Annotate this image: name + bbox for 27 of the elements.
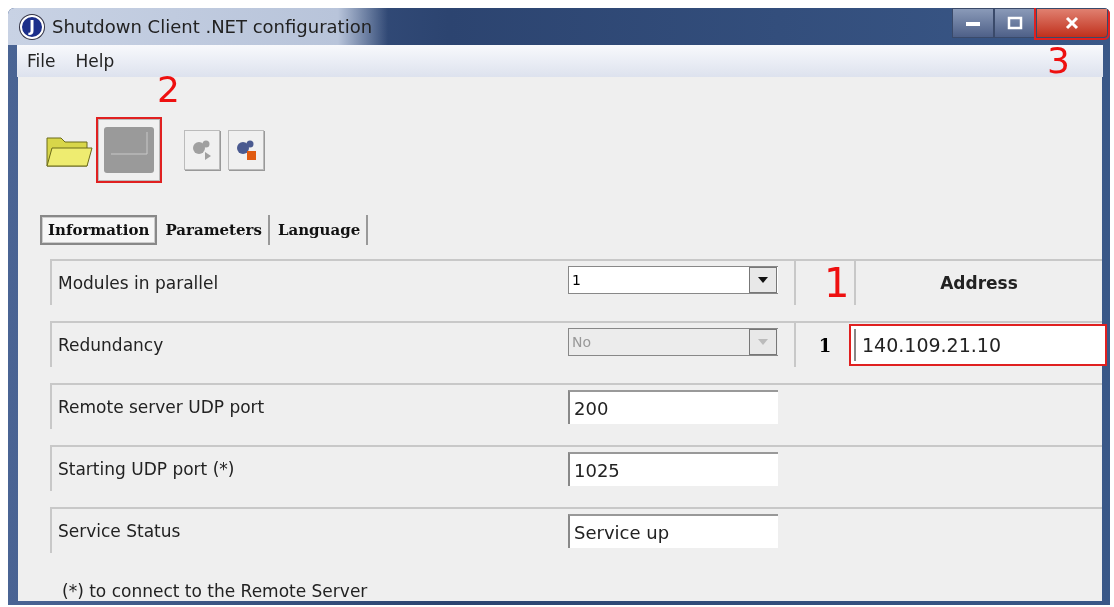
app-icon: J (20, 14, 44, 39)
annotation-number: 2 (157, 72, 180, 108)
gear-stop-icon (234, 138, 258, 162)
tab[interactable]: Information (40, 215, 158, 245)
footnote: (*) to connect to the Remote Server (62, 581, 369, 601)
minimize-icon (965, 19, 981, 27)
blank-square-icon (101, 124, 157, 176)
dropdown[interactable]: 1 (568, 266, 778, 294)
row-number: 1 (818, 334, 832, 356)
column-header: Address (854, 261, 1102, 305)
menu-item[interactable]: File (27, 51, 56, 71)
input-field[interactable]: 1025 (568, 452, 778, 486)
annotation-number: 3 (1047, 43, 1070, 79)
input-field[interactable]: Service up (568, 514, 778, 548)
stop-service-button[interactable] (228, 130, 264, 170)
minimize-button[interactable] (952, 8, 994, 38)
maximize-icon (1007, 16, 1023, 30)
tab[interactable]: Parameters (159, 215, 270, 245)
dropdown-arrow-icon (757, 338, 769, 346)
tab[interactable]: Language (271, 215, 369, 245)
maximize-button[interactable] (994, 8, 1036, 38)
input-field[interactable]: 200 (568, 390, 778, 424)
menu-item[interactable]: Help (75, 51, 115, 71)
dropdown-arrow-icon (757, 276, 769, 284)
annotation-number: 1 (824, 263, 850, 303)
close-icon (1064, 15, 1080, 31)
window-title: Shutdown Client .NET configuration (52, 16, 373, 37)
